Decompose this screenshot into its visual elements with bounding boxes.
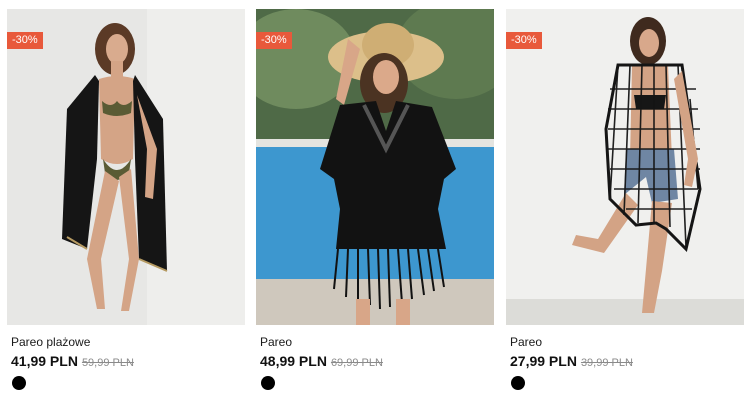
discount-badge: -30% xyxy=(506,32,542,49)
product-grid: -30% Pareo plażowe 41,99 PLN 59,99 PLN -… xyxy=(0,0,752,400)
price-block: 41,99 PLN 59,99 PLN xyxy=(11,353,134,371)
product-card[interactable]: -30% Pareo 27,99 PLN 39,99 PLN xyxy=(506,9,744,390)
product-name[interactable]: Pareo plażowe xyxy=(11,335,90,349)
discount-badge: -30% xyxy=(7,32,43,49)
old-price: 59,99 PLN xyxy=(81,357,134,369)
product-image[interactable]: -30% xyxy=(256,9,494,325)
product-card[interactable]: -30% Pareo 48,99 PLN 69,99 PLN xyxy=(256,9,494,390)
product-card[interactable]: -30% Pareo plażowe 41,99 PLN 59,99 PLN xyxy=(7,9,245,390)
old-price: 69,99 PLN xyxy=(330,357,383,369)
product-image[interactable]: -30% xyxy=(7,9,245,325)
old-price: 39,99 PLN xyxy=(580,357,633,369)
color-swatch[interactable] xyxy=(12,376,26,390)
product-photo-pareo-fringe-top xyxy=(256,9,494,325)
product-photo-pareo-crochet-net xyxy=(506,9,744,325)
discount-badge: -30% xyxy=(256,32,292,49)
current-price: 41,99 PLN xyxy=(11,353,78,369)
color-swatch[interactable] xyxy=(261,376,275,390)
price-block: 27,99 PLN 39,99 PLN xyxy=(510,353,633,371)
current-price: 27,99 PLN xyxy=(510,353,577,369)
product-name[interactable]: Pareo xyxy=(260,335,292,349)
product-image[interactable]: -30% xyxy=(506,9,744,325)
product-photo-pareo-black-kimono xyxy=(7,9,245,325)
product-name[interactable]: Pareo xyxy=(510,335,542,349)
price-block: 48,99 PLN 69,99 PLN xyxy=(260,353,383,371)
color-swatch[interactable] xyxy=(511,376,525,390)
current-price: 48,99 PLN xyxy=(260,353,327,369)
